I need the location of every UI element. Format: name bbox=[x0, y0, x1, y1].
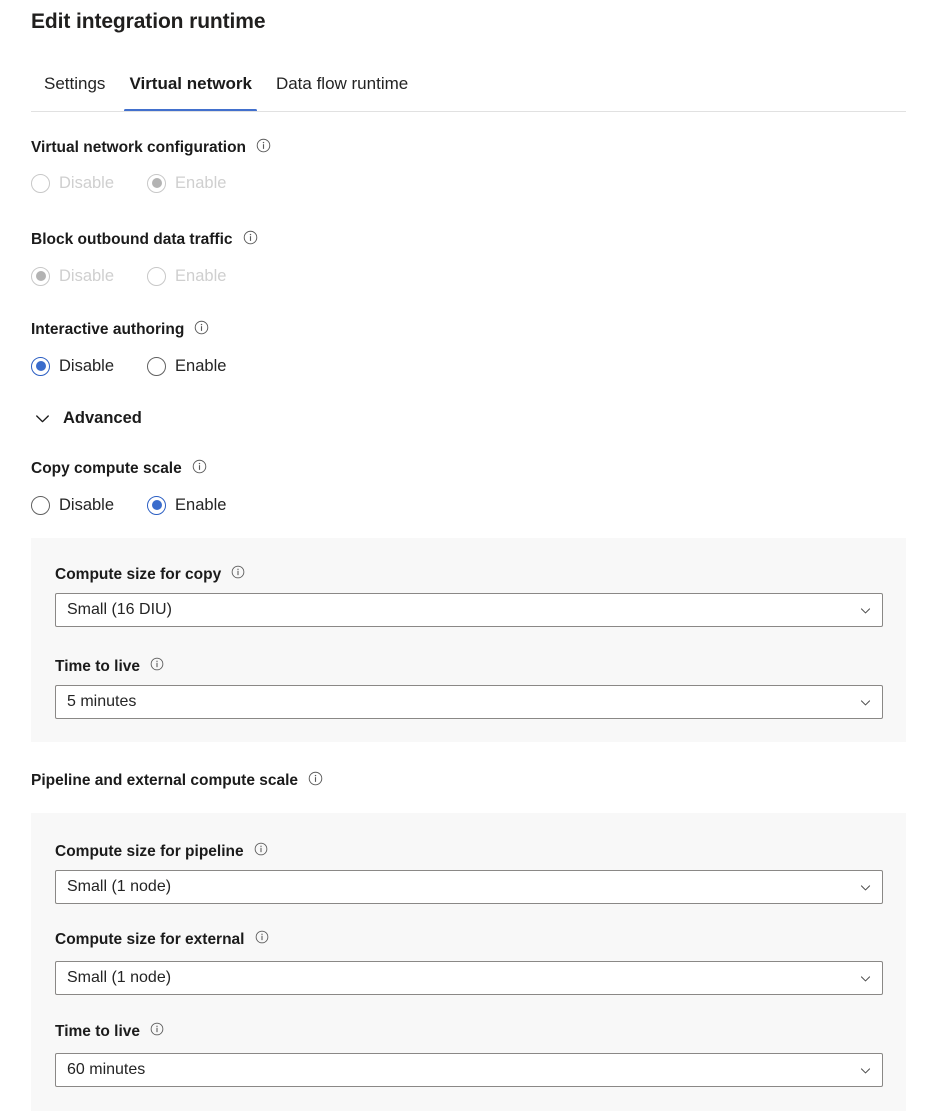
radio-mark bbox=[147, 496, 166, 515]
compute-size-for-pipeline-dropdown[interactable]: Small (1 node) bbox=[55, 870, 883, 904]
compute-size-for-copy-dropdown[interactable]: Small (16 DIU) bbox=[55, 593, 883, 627]
block-outbound-data-traffic-radio-group: Disable Enable bbox=[31, 265, 226, 287]
radio-label: Enable bbox=[175, 355, 226, 377]
info-icon[interactable] bbox=[243, 230, 258, 245]
compute-size-for-copy-value: Small (16 DIU) bbox=[67, 599, 172, 621]
compute-size-for-pipeline-label-row: Compute size for pipeline bbox=[55, 842, 269, 862]
radio-label: Disable bbox=[59, 494, 114, 516]
radio-label: Disable bbox=[59, 265, 114, 287]
copy-time-to-live-label-row: Time to live bbox=[55, 657, 165, 677]
copy-time-to-live-label: Time to live bbox=[55, 657, 140, 677]
interactive-authoring-heading: Interactive authoring bbox=[31, 320, 209, 340]
radio-interactive-authoring-disable[interactable]: Disable bbox=[31, 355, 114, 377]
copy-compute-scale-panel: Compute size for copy Small (16 DIU) Tim… bbox=[31, 538, 906, 742]
external-time-to-live-value: 60 minutes bbox=[67, 1059, 145, 1081]
tab-virtual-network-label: Virtual network bbox=[129, 72, 252, 96]
advanced-label: Advanced bbox=[63, 407, 142, 429]
tab-data-flow-runtime[interactable]: Data flow runtime bbox=[264, 72, 420, 112]
compute-size-for-pipeline-value: Small (1 node) bbox=[67, 876, 171, 898]
radio-block-outbound-enable: Enable bbox=[147, 265, 226, 287]
radio-mark bbox=[147, 174, 166, 193]
compute-size-for-external-dropdown[interactable]: Small (1 node) bbox=[55, 961, 883, 995]
copy-compute-scale-label: Copy compute scale bbox=[31, 459, 182, 479]
advanced-expander[interactable]: Advanced bbox=[31, 407, 142, 429]
tab-strip: Settings Virtual network Data flow runti… bbox=[31, 72, 906, 114]
virtual-network-configuration-heading: Virtual network configuration bbox=[31, 138, 271, 158]
radio-label: Disable bbox=[59, 355, 114, 377]
radio-virtual-network-enable: Enable bbox=[147, 172, 226, 194]
radio-mark bbox=[31, 174, 50, 193]
tab-strip-divider bbox=[31, 111, 906, 112]
radio-label: Enable bbox=[175, 265, 226, 287]
page-title: Edit integration runtime bbox=[31, 8, 265, 36]
radio-copy-compute-scale-enable[interactable]: Enable bbox=[147, 494, 226, 516]
compute-size-for-external-label: Compute size for external bbox=[55, 930, 245, 950]
tab-data-flow-runtime-label: Data flow runtime bbox=[276, 72, 408, 96]
info-icon[interactable] bbox=[254, 842, 269, 857]
copy-compute-scale-heading: Copy compute scale bbox=[31, 459, 207, 479]
radio-label: Enable bbox=[175, 494, 226, 516]
chevron-down-icon bbox=[859, 604, 872, 617]
virtual-network-configuration-label: Virtual network configuration bbox=[31, 138, 246, 158]
chevron-down-icon bbox=[859, 881, 872, 894]
info-icon[interactable] bbox=[255, 930, 270, 945]
chevron-down-icon bbox=[859, 696, 872, 709]
compute-size-for-copy-label: Compute size for copy bbox=[55, 565, 221, 585]
compute-size-for-external-label-row: Compute size for external bbox=[55, 930, 270, 950]
external-time-to-live-dropdown[interactable]: 60 minutes bbox=[55, 1053, 883, 1087]
radio-label: Disable bbox=[59, 172, 114, 194]
chevron-down-icon bbox=[31, 407, 53, 429]
copy-compute-scale-radio-group: Disable Enable bbox=[31, 494, 226, 516]
tab-settings[interactable]: Settings bbox=[31, 72, 117, 112]
interactive-authoring-radio-group: Disable Enable bbox=[31, 355, 226, 377]
radio-label: Enable bbox=[175, 172, 226, 194]
chevron-down-icon bbox=[859, 972, 872, 985]
radio-mark bbox=[147, 267, 166, 286]
block-outbound-data-traffic-label: Block outbound data traffic bbox=[31, 230, 233, 250]
radio-mark bbox=[31, 496, 50, 515]
pipeline-external-compute-scale-heading: Pipeline and external compute scale bbox=[31, 771, 323, 791]
copy-time-to-live-value: 5 minutes bbox=[67, 691, 136, 713]
compute-size-for-pipeline-label: Compute size for pipeline bbox=[55, 842, 244, 862]
copy-time-to-live-dropdown[interactable]: 5 minutes bbox=[55, 685, 883, 719]
compute-size-for-copy-label-row: Compute size for copy bbox=[55, 565, 246, 585]
pipeline-external-compute-scale-panel: Compute size for pipeline Small (1 node)… bbox=[31, 813, 906, 1111]
external-time-to-live-label: Time to live bbox=[55, 1022, 140, 1042]
info-icon[interactable] bbox=[231, 565, 246, 580]
edit-integration-runtime-panel: Edit integration runtime Settings Virtua… bbox=[0, 0, 936, 1111]
chevron-down-icon bbox=[859, 1064, 872, 1077]
compute-size-for-external-value: Small (1 node) bbox=[67, 967, 171, 989]
radio-interactive-authoring-enable[interactable]: Enable bbox=[147, 355, 226, 377]
info-icon[interactable] bbox=[308, 771, 323, 786]
radio-block-outbound-disable: Disable bbox=[31, 265, 114, 287]
info-icon[interactable] bbox=[194, 320, 209, 335]
interactive-authoring-label: Interactive authoring bbox=[31, 320, 184, 340]
info-icon[interactable] bbox=[192, 459, 207, 474]
radio-copy-compute-scale-disable[interactable]: Disable bbox=[31, 494, 114, 516]
virtual-network-configuration-radio-group: Disable Enable bbox=[31, 172, 226, 194]
info-icon[interactable] bbox=[256, 138, 271, 153]
tab-settings-label: Settings bbox=[44, 72, 105, 96]
pipeline-external-compute-scale-label: Pipeline and external compute scale bbox=[31, 771, 298, 791]
tab-virtual-network[interactable]: Virtual network bbox=[117, 72, 264, 112]
info-icon[interactable] bbox=[150, 657, 165, 672]
radio-mark bbox=[31, 357, 50, 376]
radio-mark bbox=[147, 357, 166, 376]
info-icon[interactable] bbox=[150, 1022, 165, 1037]
external-time-to-live-label-row: Time to live bbox=[55, 1022, 165, 1042]
radio-mark bbox=[31, 267, 50, 286]
radio-virtual-network-disable: Disable bbox=[31, 172, 114, 194]
block-outbound-data-traffic-heading: Block outbound data traffic bbox=[31, 230, 258, 250]
